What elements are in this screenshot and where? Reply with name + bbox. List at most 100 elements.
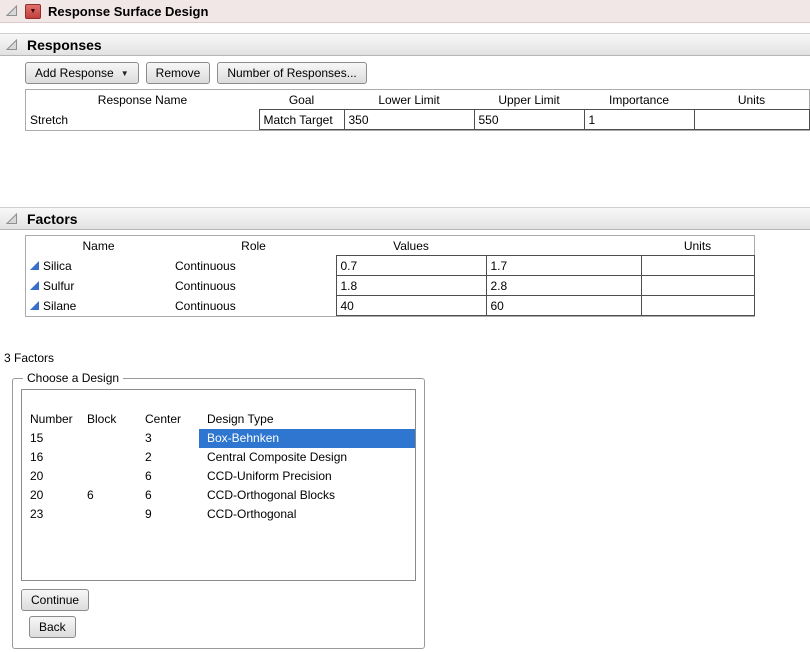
choose-a-design-legend: Choose a Design <box>23 371 123 385</box>
continuous-factor-icon <box>30 301 39 310</box>
col-factor-role: Role <box>171 236 336 256</box>
factor-row: Sulfur Continuous 1.8 2.8 <box>26 276 754 296</box>
factors-section-header: Factors <box>0 207 810 230</box>
col-center: Center <box>137 410 199 429</box>
factor-name-label: Silane <box>43 299 76 313</box>
number-of-responses-button[interactable]: Number of Responses... <box>217 62 366 84</box>
design-number: 20 <box>22 467 79 486</box>
factor-role-cell[interactable]: Continuous <box>171 296 336 316</box>
responses-toolbar: Add Response ▼ Remove Number of Response… <box>25 62 810 84</box>
design-list-header: Number Block Center Design Type <box>22 410 415 429</box>
continue-button[interactable]: Continue <box>21 589 89 611</box>
dropdown-arrow-icon: ▼ <box>121 69 129 78</box>
col-importance: Importance <box>584 90 694 110</box>
continuous-factor-icon <box>30 281 39 290</box>
design-type-selected: Box-Behnken <box>199 429 415 448</box>
response-name-cell[interactable]: Stretch <box>26 110 259 130</box>
remove-button[interactable]: Remove <box>146 62 211 84</box>
response-units-cell[interactable] <box>694 110 809 130</box>
design-type: CCD-Orthogonal <box>199 505 415 524</box>
design-block: 6 <box>79 486 137 505</box>
factor-value-high-cell[interactable]: 60 <box>486 296 641 316</box>
factors-count-label: 3 Factors <box>4 351 810 365</box>
design-center: 2 <box>137 448 199 467</box>
choose-a-design-group: Choose a Design Number Block Center Desi… <box>12 371 425 649</box>
back-button[interactable]: Back <box>29 616 76 638</box>
add-response-button[interactable]: Add Response ▼ <box>25 62 139 84</box>
design-block <box>79 448 137 467</box>
design-type: CCD-Uniform Precision <box>199 467 415 486</box>
design-block <box>79 505 137 524</box>
responses-table: Response Name Goal Lower Limit Upper Lim… <box>25 89 810 131</box>
design-center: 3 <box>137 429 199 448</box>
add-response-label: Add Response <box>35 66 114 80</box>
col-factor-name: Name <box>26 236 171 256</box>
col-block: Block <box>79 410 137 429</box>
col-number: Number <box>22 410 79 429</box>
design-type: Central Composite Design <box>199 448 415 467</box>
platform-title-bar: ▼ Response Surface Design <box>0 0 810 23</box>
factor-value-high-cell[interactable]: 1.7 <box>486 256 641 276</box>
design-block <box>79 467 137 486</box>
factor-role-cell[interactable]: Continuous <box>171 256 336 276</box>
design-type: CCD-Orthogonal Blocks <box>199 486 415 505</box>
response-upper-limit-cell[interactable]: 550 <box>474 110 584 130</box>
design-number: 16 <box>22 448 79 467</box>
factors-disclosure-icon[interactable] <box>6 213 18 225</box>
factor-name-cell[interactable]: Silane <box>26 296 171 316</box>
factor-value-high-cell[interactable]: 2.8 <box>486 276 641 296</box>
responses-disclosure-icon[interactable] <box>6 39 18 51</box>
response-surface-design-window: ▼ Response Surface Design Responses Add … <box>0 0 810 652</box>
factor-value-low-cell[interactable]: 1.8 <box>336 276 486 296</box>
design-listbox[interactable]: Number Block Center Design Type 15 3 Box… <box>21 389 416 581</box>
col-response-name: Response Name <box>26 90 259 110</box>
continuous-factor-icon <box>30 261 39 270</box>
response-importance-cell[interactable]: 1 <box>584 110 694 130</box>
page-title: Response Surface Design <box>48 4 208 19</box>
col-goal: Goal <box>259 90 344 110</box>
design-center: 6 <box>137 486 199 505</box>
factor-role-cell[interactable]: Continuous <box>171 276 336 296</box>
factor-units-cell[interactable] <box>641 276 754 296</box>
factor-row: Silica Continuous 0.7 1.7 <box>26 256 754 276</box>
factors-header-row: Name Role Values Units <box>26 236 754 256</box>
col-factor-values-spacer <box>486 236 641 256</box>
col-factor-units: Units <box>641 236 754 256</box>
design-center: 6 <box>137 467 199 486</box>
responses-section-title: Responses <box>27 37 102 53</box>
design-buttons: Continue Back <box>21 589 416 638</box>
col-factor-values: Values <box>336 236 486 256</box>
factor-name-label: Sulfur <box>43 279 74 293</box>
design-number: 15 <box>22 429 79 448</box>
col-lower-limit: Lower Limit <box>344 90 474 110</box>
factor-row: Silane Continuous 40 60 <box>26 296 754 316</box>
factors-table: Name Role Values Units Silica Continuous… <box>25 235 755 317</box>
factor-value-low-cell[interactable]: 0.7 <box>336 256 486 276</box>
col-upper-limit: Upper Limit <box>474 90 584 110</box>
design-number: 23 <box>22 505 79 524</box>
disclosure-triangle-icon[interactable] <box>6 5 18 17</box>
design-row-box-behnken[interactable]: 15 3 Box-Behnken <box>22 429 415 448</box>
col-units: Units <box>694 90 809 110</box>
design-block <box>79 429 137 448</box>
responses-section-header: Responses <box>0 33 810 56</box>
factor-name-cell[interactable]: Sulfur <box>26 276 171 296</box>
responses-header-row: Response Name Goal Lower Limit Upper Lim… <box>26 90 809 110</box>
design-center: 9 <box>137 505 199 524</box>
factor-units-cell[interactable] <box>641 296 754 316</box>
factor-units-cell[interactable] <box>641 256 754 276</box>
design-row-ccd-uniform-precision[interactable]: 20 6 CCD-Uniform Precision <box>22 467 415 486</box>
design-row-central-composite[interactable]: 16 2 Central Composite Design <box>22 448 415 467</box>
factor-value-low-cell[interactable]: 40 <box>336 296 486 316</box>
response-lower-limit-cell[interactable]: 350 <box>344 110 474 130</box>
design-row-ccd-orthogonal[interactable]: 23 9 CCD-Orthogonal <box>22 505 415 524</box>
response-goal-cell[interactable]: Match Target <box>259 110 344 130</box>
design-number: 20 <box>22 486 79 505</box>
response-row: Stretch Match Target 350 550 1 <box>26 110 809 130</box>
factors-section-title: Factors <box>27 211 78 227</box>
col-design-type: Design Type <box>199 410 415 429</box>
factor-name-cell[interactable]: Silica <box>26 256 171 276</box>
factor-name-label: Silica <box>43 259 72 273</box>
design-row-ccd-orthogonal-blocks[interactable]: 20 6 6 CCD-Orthogonal Blocks <box>22 486 415 505</box>
red-triangle-menu-icon[interactable]: ▼ <box>25 4 41 19</box>
